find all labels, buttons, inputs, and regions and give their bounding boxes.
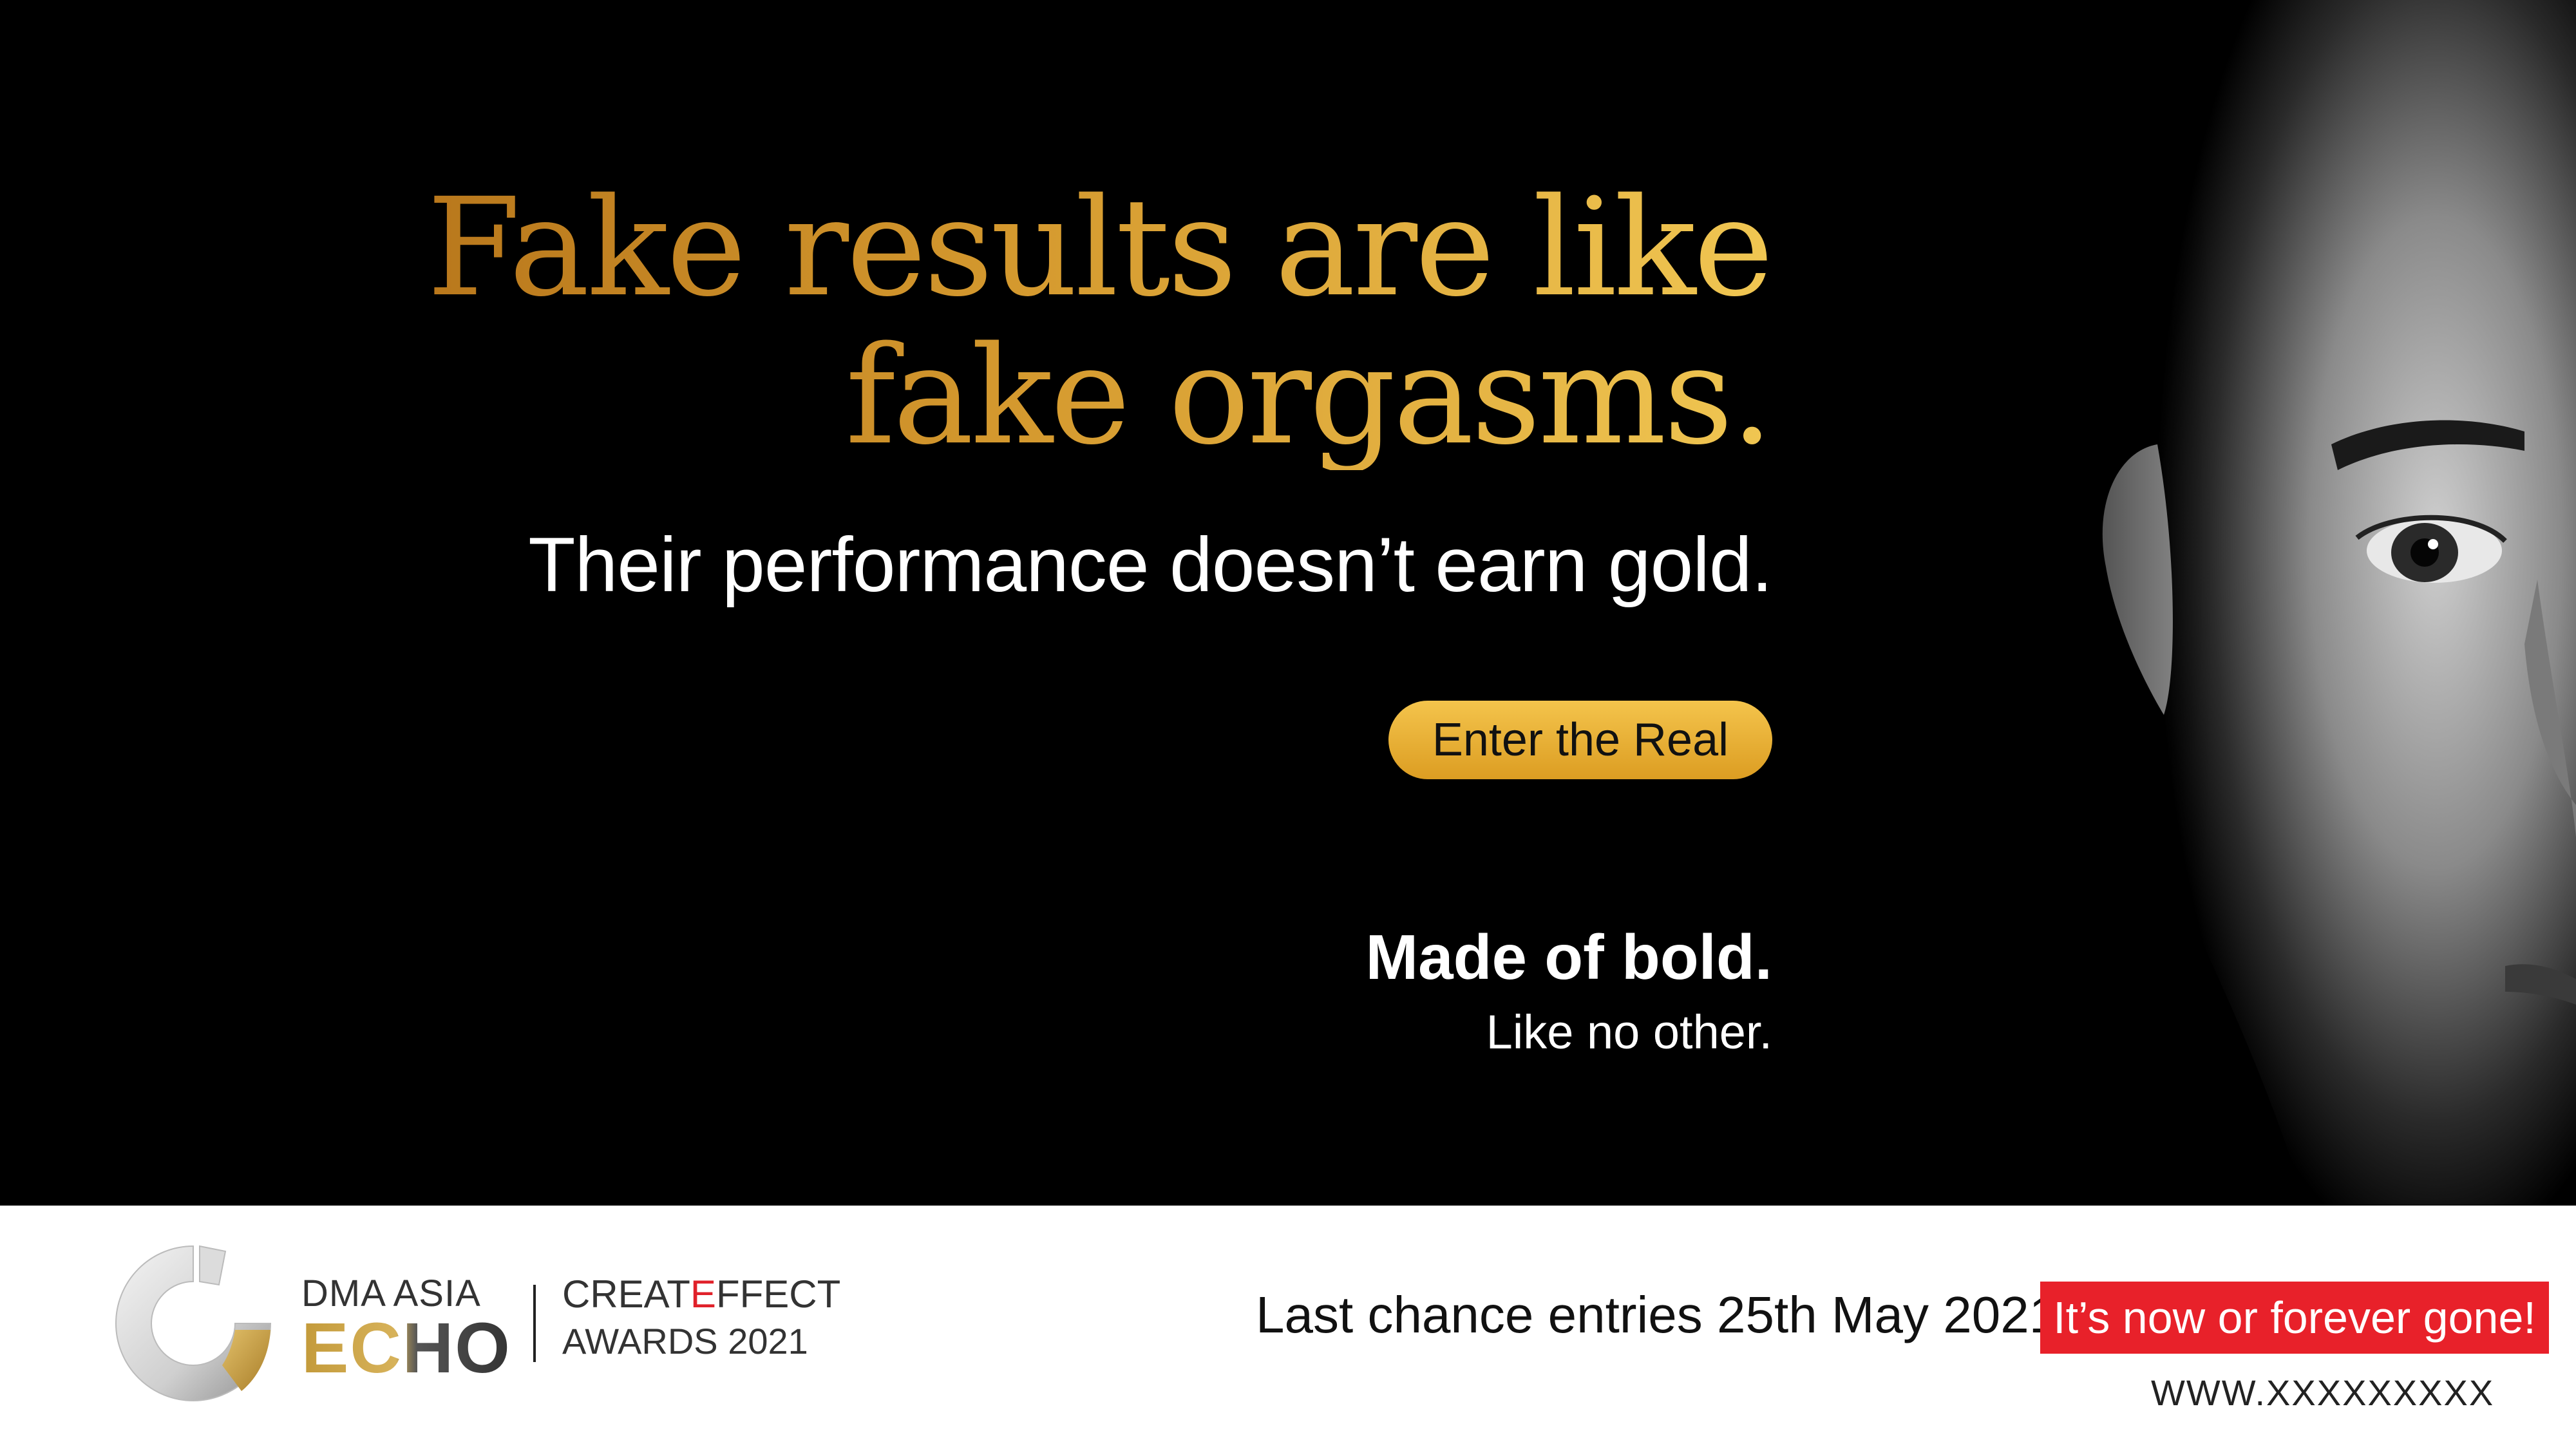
urgency-badge: It’s now or forever gone!	[2040, 1282, 2549, 1354]
website-link[interactable]: WWW.XXXXXXXXX	[2151, 1372, 2494, 1414]
headline-line-1: Fake results are like	[426, 169, 1771, 327]
award-name-part-2: FFECT	[715, 1273, 841, 1316]
award-name-part-1: CREAT	[562, 1273, 690, 1316]
award-year: AWARDS 2021	[562, 1321, 808, 1361]
enter-the-real-button[interactable]: Enter the Real	[1388, 701, 1772, 779]
deadline-text: Last chance entries 25th May 2021	[1256, 1286, 2058, 1343]
man-portrait-photo	[1971, 0, 2576, 1206]
echo-ring-logo	[115, 1245, 272, 1401]
logo-divider	[533, 1285, 536, 1362]
tagline-regular: Like no other.	[1486, 1005, 1772, 1059]
tagline-bold: Made of bold.	[1365, 922, 1773, 992]
headline-line-2: fake orgasms.	[845, 317, 1771, 475]
hero-banner: Fake results are like fake orgasms. Thei…	[0, 0, 2576, 1206]
headline: Fake results are like fake orgasms.	[427, 174, 1771, 470]
award-name: CREATEFFECT	[562, 1272, 840, 1316]
logo-echo: ECHO	[301, 1309, 511, 1388]
award-name-highlight: E	[690, 1273, 716, 1316]
subheadline: Their performance doesn’t earn gold.	[528, 522, 1773, 608]
